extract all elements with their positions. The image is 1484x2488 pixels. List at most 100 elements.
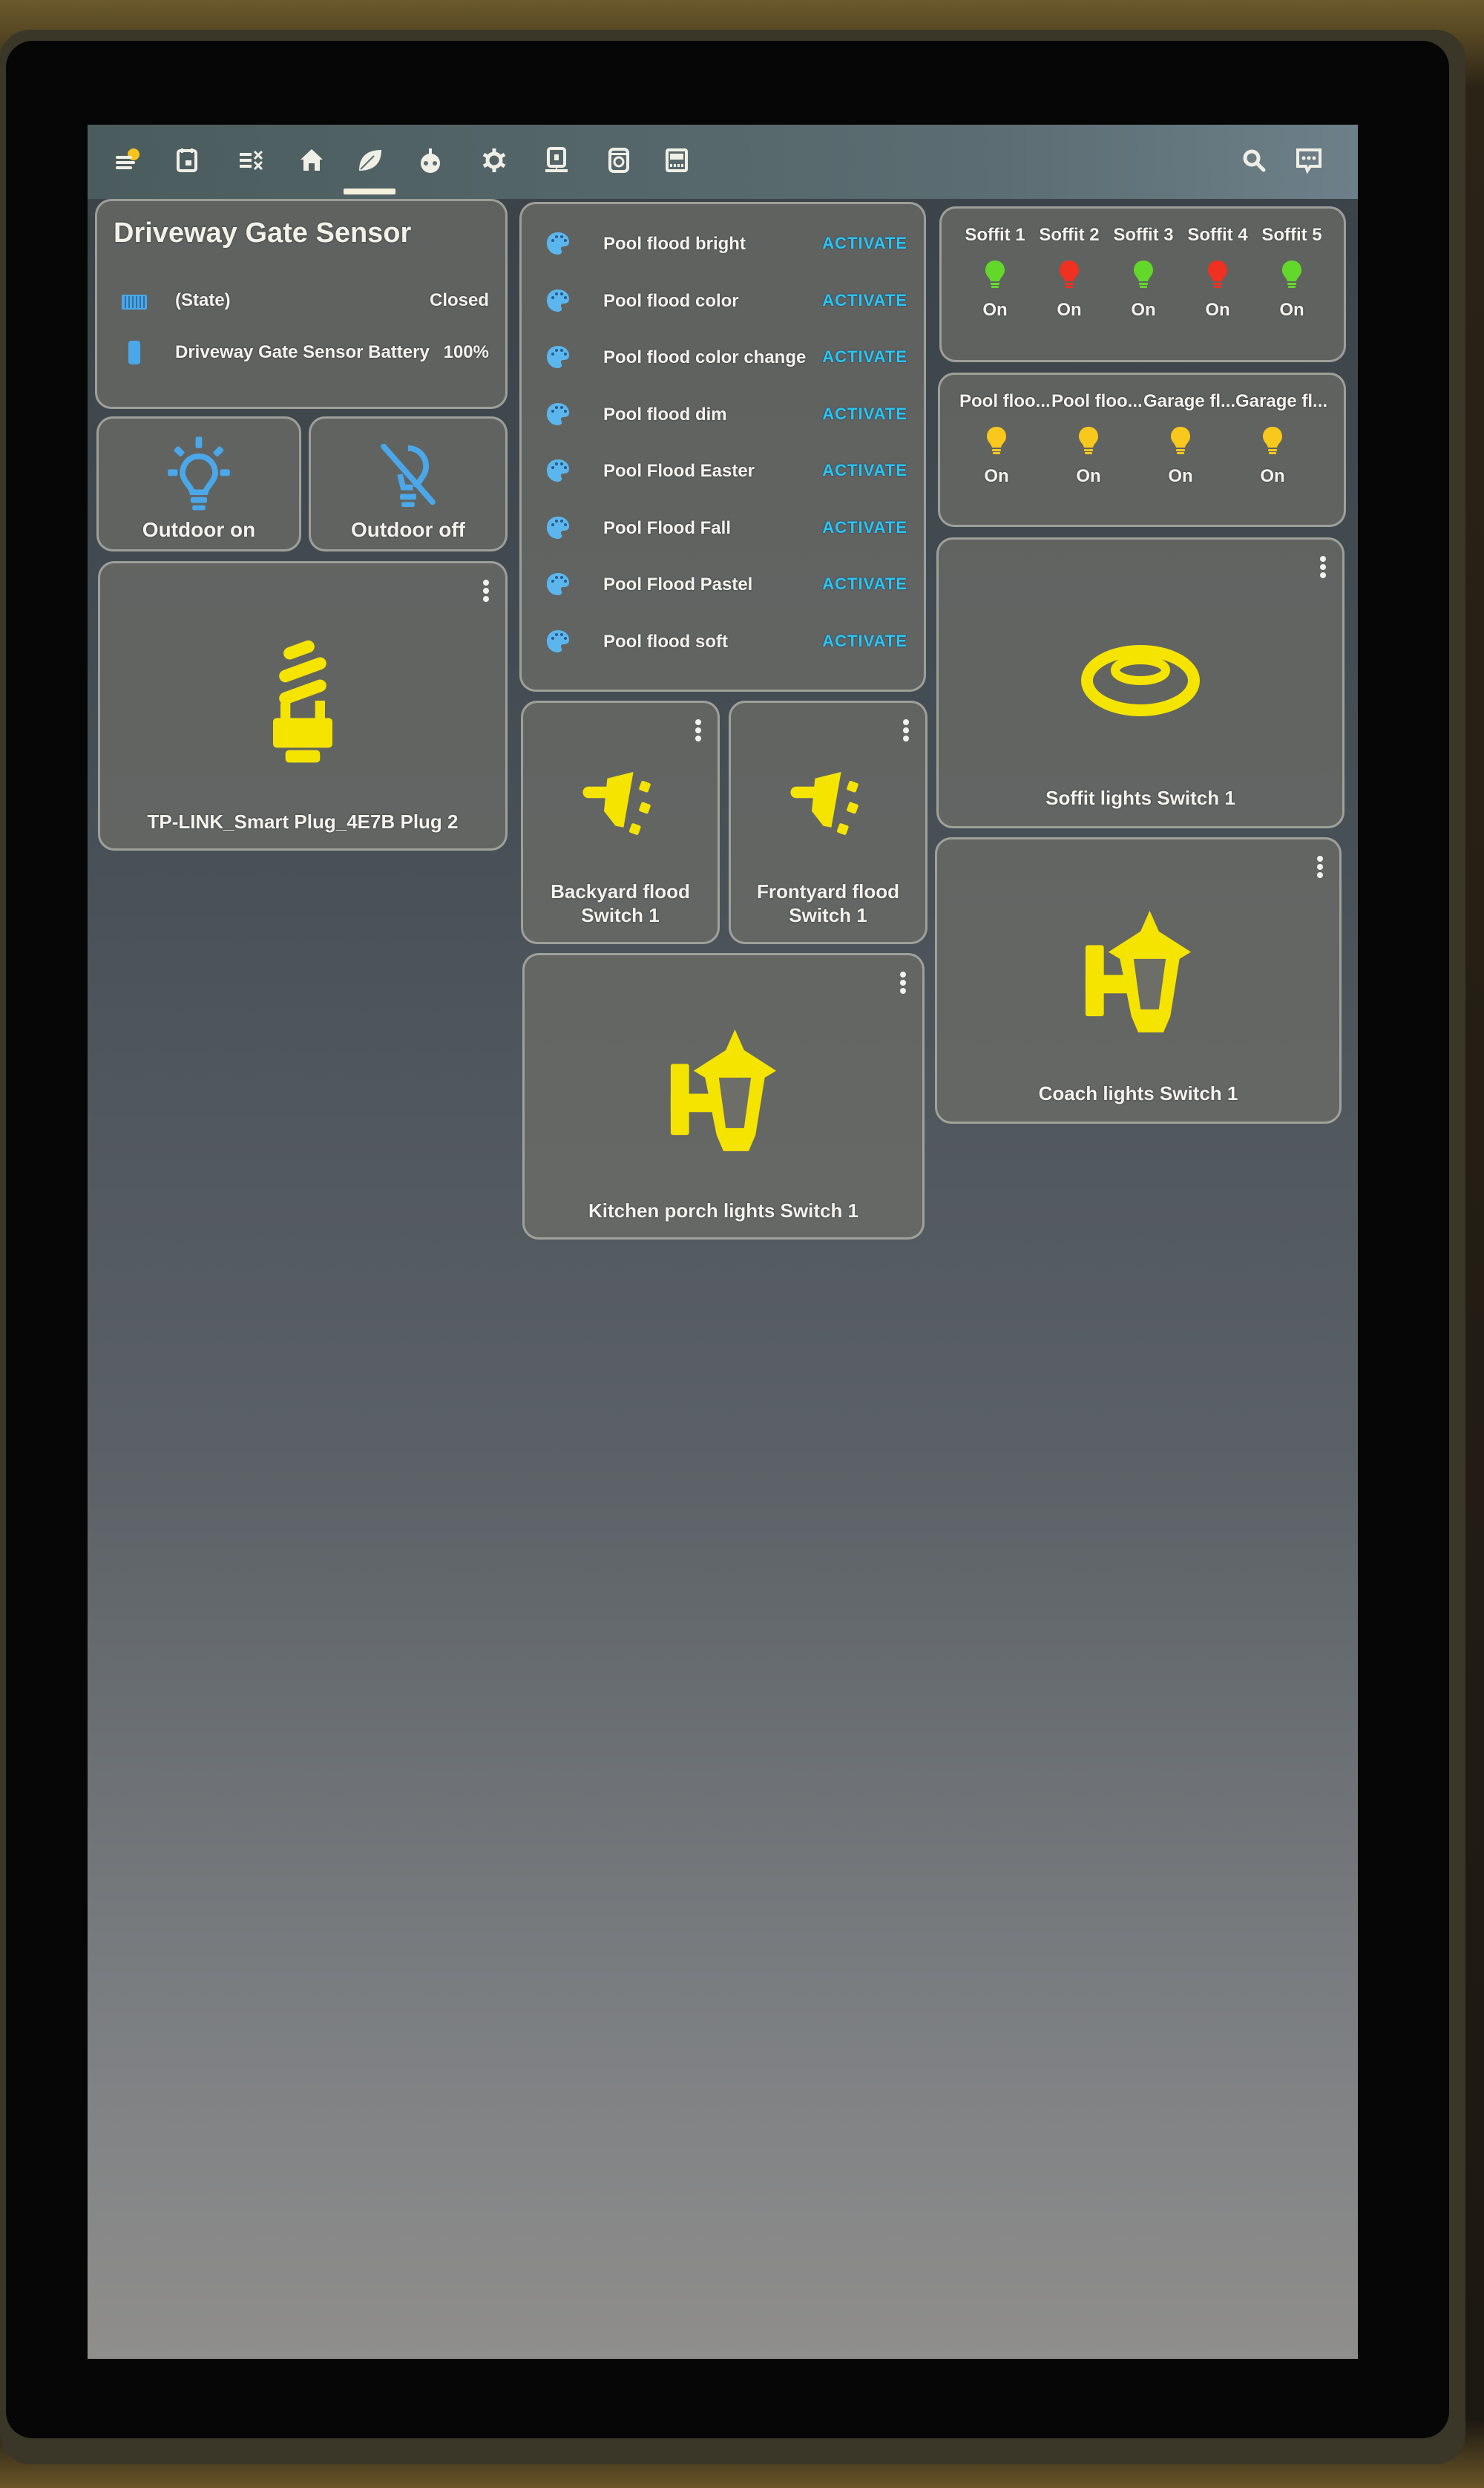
lightbulb-icon [985,261,1005,288]
gate-battery-value: 100% [443,342,489,362]
entity-state: On [1260,466,1285,486]
leaf-icon[interactable] [353,144,386,177]
frontyard-flood-label: Frontyard flood Switch 1 [731,880,925,927]
smart-plug-tile[interactable]: TP-LINK_Smart Plug_4E7B Plug 2 [98,561,508,851]
search-icon[interactable] [1238,144,1270,177]
gate-state-label: (State) [175,290,231,310]
entity-state: On [982,300,1008,320]
flood-glance-card: Pool floo... On Pool floo... On Garage fl...… [938,373,1346,527]
activate-button[interactable]: ACTIVATE [822,234,907,253]
more-options-icon[interactable] [1320,556,1327,581]
scene-label: Pool Flood Fall [603,517,731,538]
palette-icon [547,232,569,255]
scene-row: Pool Flood Easter ACTIVATE [522,449,924,494]
frontyard-flood-label-line1: Frontyard flood [756,880,900,903]
backyard-flood-tile[interactable]: Backyard flood Switch 1 [521,701,720,944]
glance-entity[interactable]: Soffit 1 On [958,225,1032,321]
entity-state: On [1205,300,1230,320]
gate-battery-row[interactable]: Driveway Gate Sensor Battery 100% [97,335,505,372]
cfl-bulb-icon [273,640,332,763]
activate-button[interactable]: ACTIVATE [822,632,907,651]
entity-state: On [1076,466,1101,486]
palette-icon [547,346,569,368]
scene-label: Pool Flood Pastel [603,574,753,595]
floodlight-icon [790,772,858,835]
calendar-icon[interactable] [171,144,203,177]
scene-row: Pool flood bright ACTIVATE [522,222,924,266]
scene-row: Pool flood dim ACTIVATE [522,393,924,437]
lightbulb-off-icon [381,443,436,507]
activate-button[interactable]: ACTIVATE [822,405,907,424]
lightbulb-icon [1282,261,1301,288]
gate-icon [122,295,147,310]
activate-button[interactable]: ACTIVATE [822,574,907,594]
lightbulb-on-icon [168,436,230,511]
robot-icon[interactable] [414,144,447,177]
more-options-icon[interactable] [903,719,910,744]
entity-name: Soffit 4 [1187,225,1248,245]
outdoor-off-label: Outdoor off [351,518,465,541]
gear-icon[interactable] [478,144,510,177]
glance-entity[interactable]: Pool floo... On [1051,391,1143,487]
palette-icon [547,289,569,312]
gate-state-row[interactable]: (State) Closed [97,283,505,320]
outdoor-off-button[interactable]: Outdoor off [309,416,508,551]
lightbulb-icon [1060,261,1079,288]
soffit-lights-label: Soffit lights Switch 1 [1045,787,1235,809]
frontyard-flood-label-line2: Switch 1 [789,904,867,926]
frontyard-flood-tile[interactable]: Frontyard flood Switch 1 [729,701,928,944]
gate-state-value: Closed [429,290,489,310]
gate-sensor-title: Driveway Gate Sensor [114,217,412,249]
network-icon[interactable] [540,144,573,177]
palette-icon [547,459,569,482]
activate-button[interactable]: ACTIVATE [822,518,907,537]
active-tab-indicator [344,189,395,194]
activate-button[interactable]: ACTIVATE [822,347,907,367]
lightbulb-icon [987,427,1006,454]
entity-name: Pool floo... [1051,391,1143,411]
glance-entity[interactable]: Soffit 5 On [1255,225,1329,321]
washing-machine-icon[interactable] [603,144,635,177]
smart-plug-label: TP-LINK_Smart Plug_4E7B Plug 2 [147,811,459,833]
outdoor-lamp-icon [1085,911,1192,1032]
lightbulb-icon [1171,427,1190,454]
kitchen-porch-tile[interactable]: Kitchen porch lights Switch 1 [522,953,925,1240]
glance-entity[interactable]: Garage fl... On [1143,391,1235,487]
glance-entity[interactable]: Garage fl... On [1235,391,1327,487]
entity-name: Soffit 5 [1261,225,1322,245]
assist-chat-icon[interactable] [1293,144,1325,177]
entity-name: Pool floo... [959,391,1051,411]
palette-icon [547,573,569,595]
glance-entity[interactable]: Soffit 2 On [1032,225,1106,321]
glance-entity[interactable]: Soffit 3 On [1106,225,1181,321]
checklist-icon[interactable] [234,144,267,177]
scene-row: Pool Flood Pastel ACTIVATE [522,563,924,607]
glance-entity[interactable]: Pool floo... On [959,391,1051,487]
palette-icon [547,402,569,425]
outdoor-on-button[interactable]: Outdoor on [96,416,301,551]
dishwasher-icon[interactable] [660,144,693,177]
soffit-lights-tile[interactable]: Soffit lights Switch 1 [936,537,1345,828]
lightbulb-icon [1263,427,1282,454]
scene-label: Pool flood color change [603,347,807,367]
soffit-glance-card: Soffit 1 On Soffit 2 On Soffit 3 On Soffit 4 On… [939,206,1346,362]
activate-button[interactable]: ACTIVATE [822,291,907,310]
glance-entity[interactable]: Soffit 4 On [1181,225,1255,321]
lightbulb-icon [1208,261,1227,288]
home-icon[interactable] [295,144,328,177]
more-options-icon[interactable] [695,719,703,744]
entity-state: On [984,466,1009,486]
activate-button[interactable]: ACTIVATE [822,461,907,480]
gate-battery-label: Driveway Gate Sensor Battery [175,342,430,362]
outdoor-lamp-icon [670,1029,777,1151]
scene-label: Pool flood color [603,290,739,311]
entity-name: Soffit 1 [965,225,1025,245]
dashboard-screen: Driveway Gate Sensor (State) Closed Driv… [88,125,1358,2359]
more-options-icon[interactable] [483,580,490,605]
top-toolbar [88,125,1358,199]
lightbulb-icon [1079,427,1098,454]
more-options-icon[interactable] [1317,856,1324,881]
coach-lights-tile[interactable]: Coach lights Switch 1 [935,837,1342,1124]
weather-partly-sunny-icon[interactable] [111,144,144,177]
more-options-icon[interactable] [900,972,907,997]
